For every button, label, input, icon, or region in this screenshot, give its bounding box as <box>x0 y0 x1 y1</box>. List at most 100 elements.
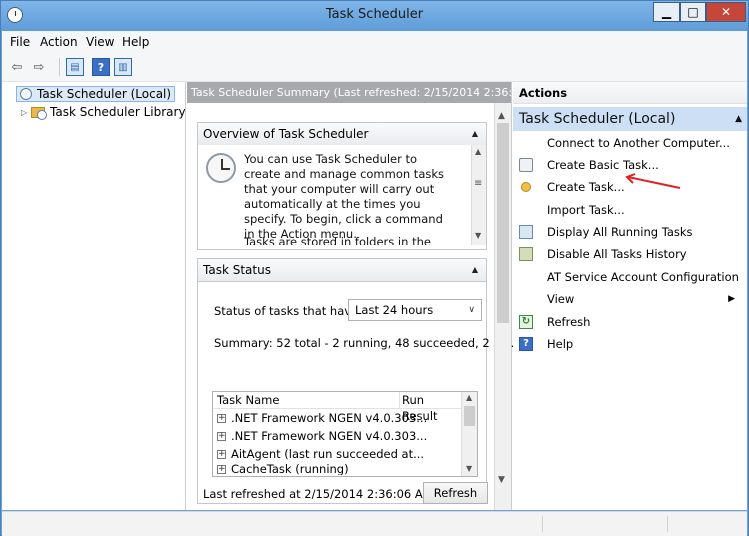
title-bar[interactable]: Task Scheduler ▁ □ ✕ <box>1 1 748 31</box>
task-status-panel-header[interactable]: Task Status ▲ <box>198 259 486 282</box>
action-create-task[interactable]: Create Task... <box>519 178 625 196</box>
action-refresh[interactable]: ↻ Refresh <box>519 313 590 331</box>
task-name: .NET Framework NGEN v4.0.303... <box>231 411 428 425</box>
menu-file[interactable]: File <box>10 35 30 49</box>
action-label: Import Task... <box>547 203 625 217</box>
action-create-basic-task[interactable]: Create Basic Task... <box>519 156 659 174</box>
action-at-service-account-configuration[interactable]: AT Service Account Configuration <box>519 268 739 286</box>
submenu-arrow-icon: ▶ <box>728 294 735 304</box>
expand-plus-icon[interactable]: + <box>217 413 226 423</box>
scroll-grip-icon[interactable]: ≡ <box>474 178 482 189</box>
column-divider[interactable] <box>399 392 400 408</box>
status-bar <box>2 511 747 536</box>
toolbar: ⇦ ⇨ ▤ ? ▥ <box>2 53 747 82</box>
action-label: Refresh <box>547 315 591 329</box>
menu-view[interactable]: View <box>86 35 114 49</box>
action-label: Display All Running Tasks <box>547 225 693 239</box>
action-label: Create Basic Task... <box>547 158 659 172</box>
overview-body: You can use Task Scheduler to create and… <box>198 145 486 245</box>
summary-header: Task Scheduler Summary (Last refreshed: … <box>187 82 511 103</box>
status-period-value: Last 24 hours <box>355 303 434 317</box>
actions-header: Actions <box>513 82 747 104</box>
action-label: AT Service Account Configuration <box>547 270 739 284</box>
task-summary-text: Summary: 52 total - 2 running, 48 succee… <box>214 336 522 350</box>
refresh-icon: ↻ <box>519 315 533 329</box>
scroll-thumb[interactable] <box>464 406 475 426</box>
action-display-all-running-tasks[interactable]: Display All Running Tasks <box>519 223 693 241</box>
table-scrollbar[interactable]: ▲ ▼ <box>461 392 477 476</box>
main-content: Task Scheduler (Local) ▷ Task Scheduler … <box>2 82 747 510</box>
toolbar-separator <box>59 58 60 76</box>
scroll-thumb[interactable] <box>497 123 509 323</box>
close-button[interactable]: ✕ <box>706 2 746 22</box>
tree-item-task-scheduler-local[interactable]: Task Scheduler (Local) <box>16 86 176 102</box>
refresh-button[interactable]: Refresh <box>423 482 488 504</box>
tree-item-task-scheduler-library[interactable]: ▷ Task Scheduler Library <box>16 104 186 120</box>
action-label: Create Task... <box>547 180 625 194</box>
menu-help[interactable]: Help <box>122 35 149 49</box>
task-name: .NET Framework NGEN v4.0.303... <box>231 429 428 443</box>
blank-icon <box>519 203 533 217</box>
scroll-up-icon[interactable]: ▲ <box>466 393 472 402</box>
blank-icon <box>519 270 533 284</box>
history-icon <box>519 247 533 261</box>
table-row[interactable]: + .NET Framework NGEN v4.0.303... <box>217 409 427 427</box>
task-status-panel: Task Status ▲ Status of tasks that hav..… <box>197 258 522 504</box>
collapse-caret-icon[interactable]: ▲ <box>472 123 478 145</box>
scroll-down-icon[interactable]: ▼ <box>475 231 481 240</box>
menu-action[interactable]: Action <box>40 35 78 49</box>
overview-scrollbar[interactable]: ▲ ≡ ▼ <box>471 145 486 245</box>
create-task-icon <box>521 182 531 192</box>
maximize-button[interactable]: □ <box>680 2 706 22</box>
expand-plus-icon[interactable]: + <box>217 431 226 441</box>
table-row[interactable]: + CacheTask (running) <box>217 463 349 475</box>
scroll-up-icon[interactable]: ▲ <box>475 147 481 156</box>
actions-section-task-scheduler-local[interactable]: Task Scheduler (Local) ▲ <box>513 107 747 131</box>
back-arrow-icon[interactable]: ⇦ <box>8 58 26 76</box>
overview-text: You can use Task Scheduler to create and… <box>244 152 445 241</box>
column-task-name[interactable]: Task Name <box>217 392 279 408</box>
action-view[interactable]: View ▶ <box>519 290 741 308</box>
blank-icon <box>519 136 533 150</box>
summary-scrollbar[interactable]: ▲ ▼ <box>494 103 511 510</box>
collapse-caret-icon[interactable]: ▲ <box>735 107 742 131</box>
table-header: Task Name Run Result <box>213 392 461 423</box>
action-disable-all-tasks-history[interactable]: Disable All Tasks History <box>519 245 687 263</box>
forward-arrow-icon[interactable]: ⇨ <box>30 58 48 76</box>
show-hide-console-tree-icon[interactable]: ▤ <box>66 58 84 76</box>
basic-task-icon <box>519 158 533 172</box>
table-row[interactable]: + .NET Framework NGEN v4.0.303... <box>217 427 427 445</box>
action-label: Help <box>547 337 574 351</box>
overview-panel-header[interactable]: Overview of Task Scheduler ▲ <box>198 123 486 146</box>
status-filter-label: Status of tasks that hav... <box>214 304 362 318</box>
help-icon[interactable]: ? <box>92 58 110 76</box>
task-name: CacheTask (running) <box>231 463 349 475</box>
expand-plus-icon[interactable]: + <box>217 449 226 459</box>
action-help[interactable]: ? Help <box>519 335 573 353</box>
help-icon: ? <box>519 337 533 351</box>
minimize-button[interactable]: ▁ <box>653 2 680 22</box>
task-scheduler-window: Task Scheduler ▁ □ ✕ File Action View He… <box>0 0 749 536</box>
action-import-task[interactable]: Import Task... <box>519 201 625 219</box>
tree-item-label: Task Scheduler (Local) <box>37 87 172 101</box>
expand-plus-icon[interactable]: + <box>217 464 226 474</box>
clock-icon <box>206 153 236 183</box>
action-label: View <box>547 292 575 306</box>
window-title: Task Scheduler <box>325 7 424 22</box>
action-connect-to-another-computer[interactable]: Connect to Another Computer... <box>519 134 730 152</box>
status-period-select[interactable]: Last 24 hours ∨ <box>348 299 482 321</box>
blank-icon <box>519 292 533 306</box>
table-row[interactable]: + AitAgent (last run succeeded at... <box>217 445 424 463</box>
menu-bar: File Action View Help <box>2 31 747 53</box>
expand-arrow-icon[interactable]: ▷ <box>21 108 31 117</box>
overview-text-more: Tasks are stored in folders in the Task <box>244 235 431 245</box>
clock-icon <box>20 88 32 100</box>
show-hide-action-pane-icon[interactable]: ▥ <box>114 58 132 76</box>
scroll-down-icon[interactable]: ▼ <box>466 464 472 473</box>
scroll-down-icon[interactable]: ▼ <box>498 475 505 485</box>
overview-title: Overview of Task Scheduler <box>203 127 369 141</box>
overview-panel: Overview of Task Scheduler ▲ You can use… <box>197 122 487 250</box>
action-label: Disable All Tasks History <box>547 247 687 261</box>
collapse-caret-icon[interactable]: ▲ <box>472 259 478 281</box>
scroll-up-icon[interactable]: ▲ <box>498 111 505 121</box>
